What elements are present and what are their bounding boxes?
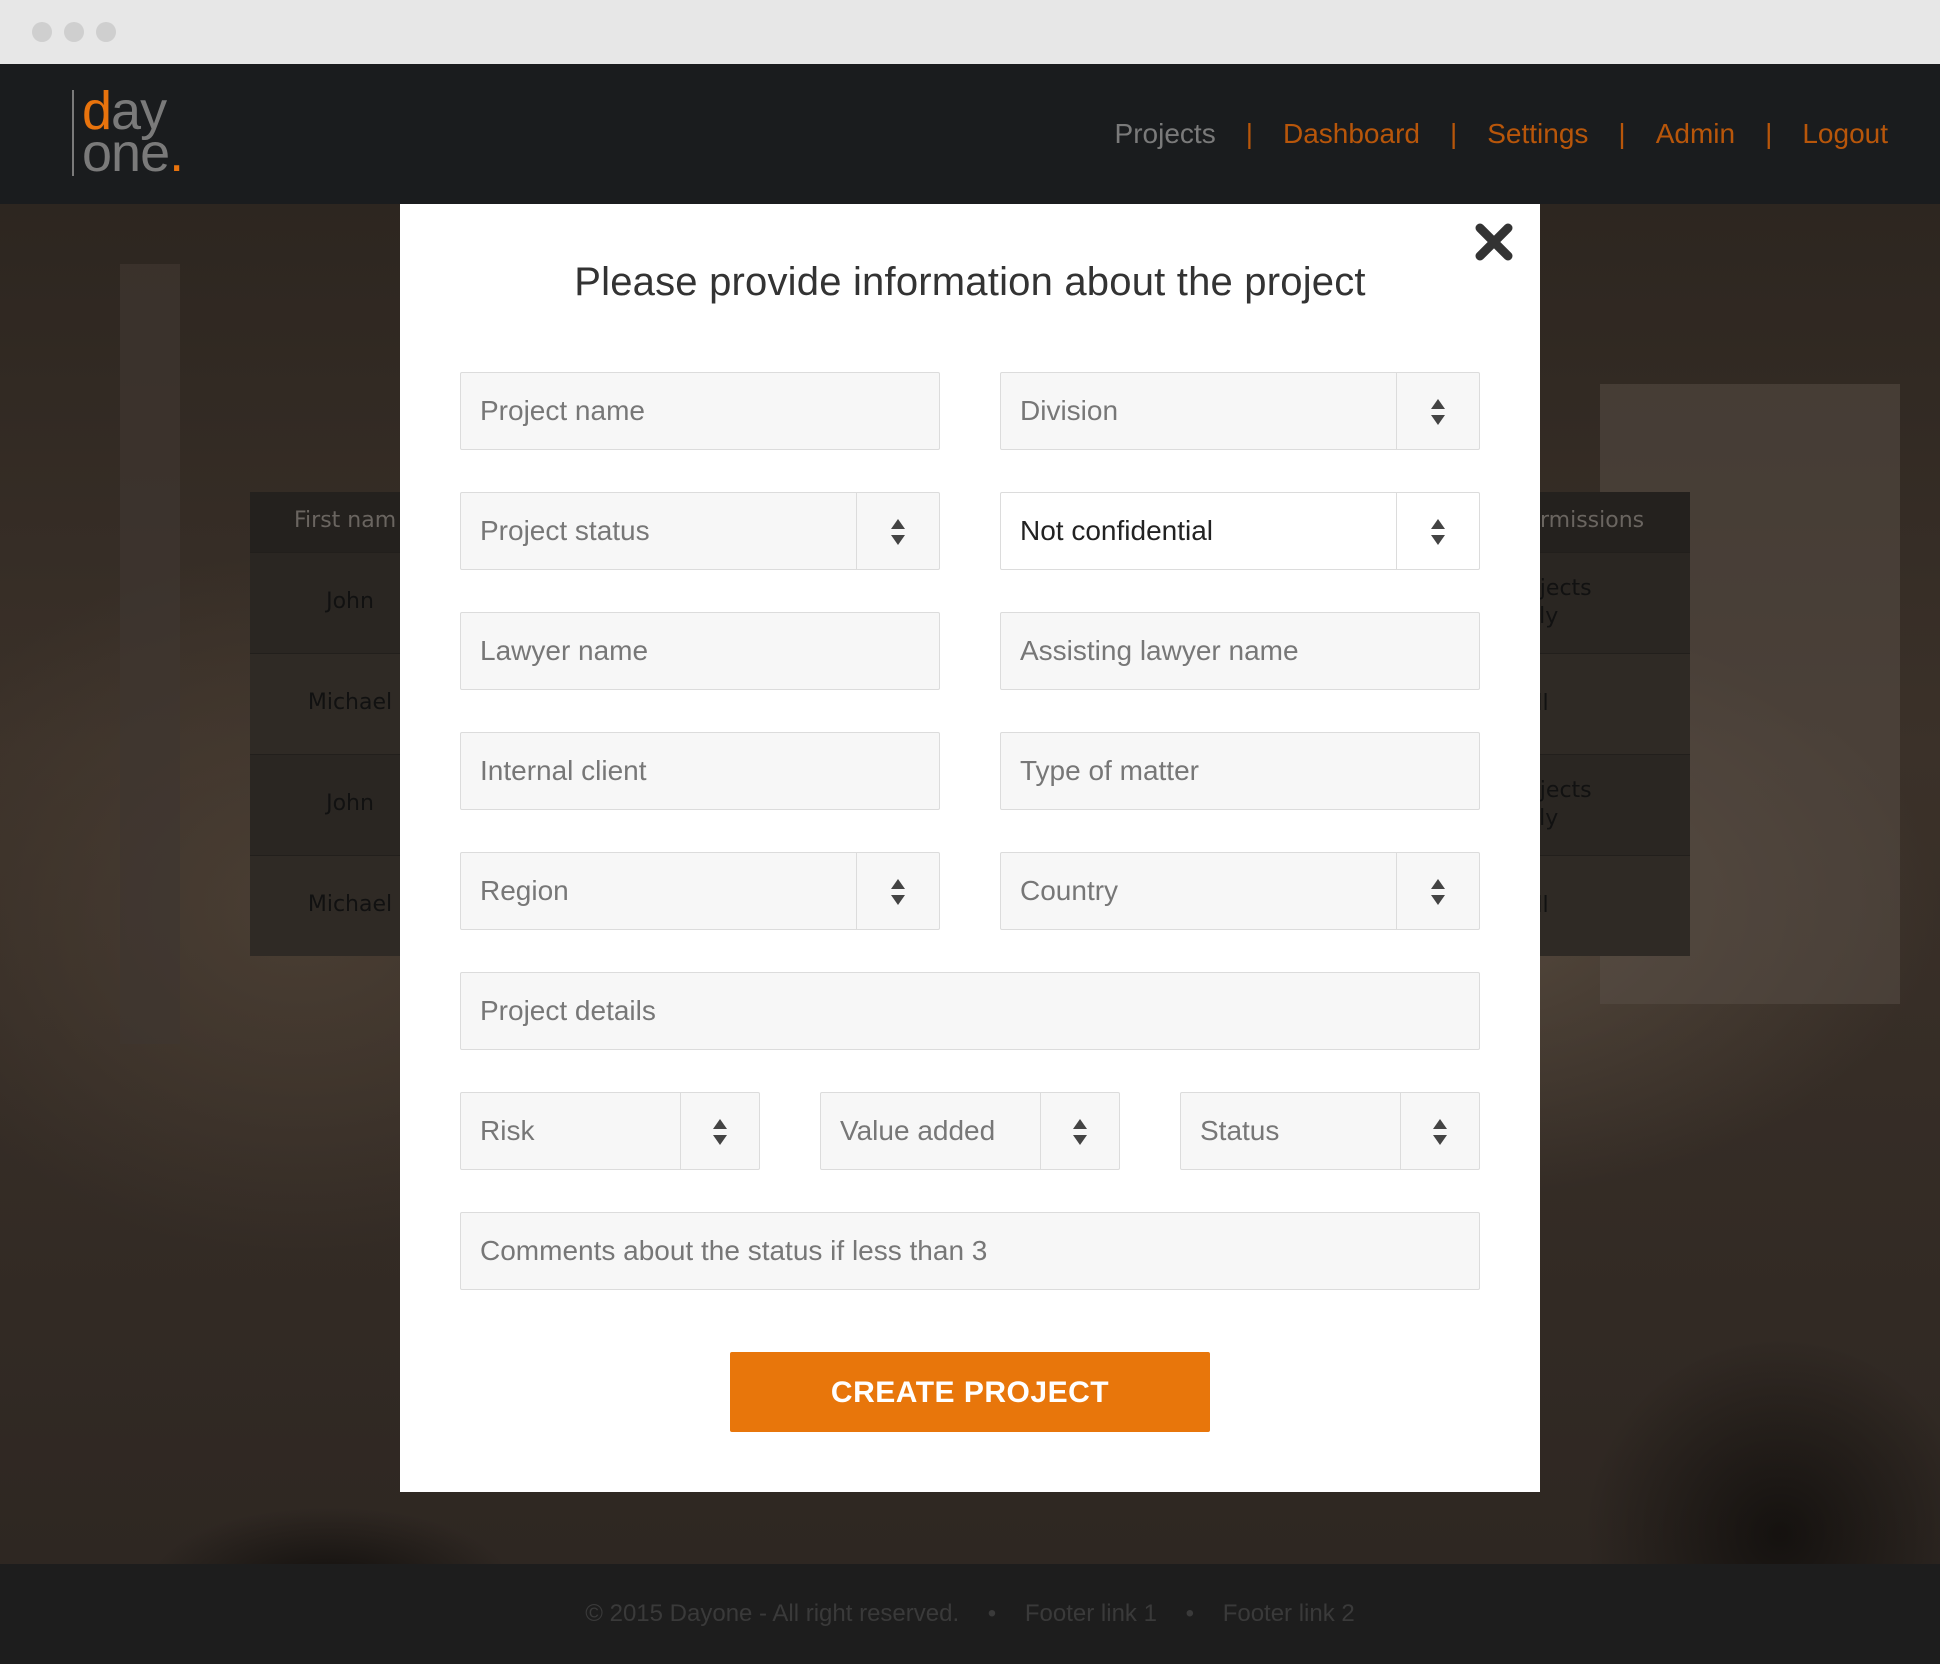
nav-dashboard[interactable]: Dashboard (1283, 118, 1420, 150)
sort-arrows-icon (1400, 1093, 1479, 1169)
region-placeholder: Region (480, 875, 569, 906)
footer-bullet: • (1185, 1600, 1195, 1627)
sort-arrows-icon (680, 1093, 759, 1169)
nav-admin[interactable]: Admin (1656, 118, 1735, 150)
internal-client-input[interactable]: Internal client (460, 732, 940, 810)
footer-link-1[interactable]: Footer link 1 (1025, 1600, 1157, 1627)
risk-placeholder: Risk (480, 1115, 535, 1146)
nav-separator: | (1245, 118, 1253, 149)
create-project-button[interactable]: CREATE PROJECT (730, 1352, 1210, 1432)
nav-logout[interactable]: Logout (1802, 118, 1888, 150)
value-added-select[interactable]: Value added (820, 1092, 1120, 1170)
column-header-first-name: First nam (294, 508, 397, 533)
nav-settings[interactable]: Settings (1487, 118, 1588, 150)
main-nav: Projects | Dashboard | Settings | Admin … (1115, 118, 1888, 150)
logo-line2: one. (82, 123, 184, 183)
project-status-select[interactable]: Project status (460, 492, 940, 570)
assisting-lawyer-name-input[interactable]: Assisting lawyer name (1000, 612, 1480, 690)
sort-arrows-icon (1396, 493, 1479, 569)
division-placeholder: Division (1020, 395, 1119, 426)
confidentiality-value: Not confidential (1020, 515, 1214, 546)
project-details-input[interactable]: Project details (460, 972, 1480, 1050)
window-close-dot[interactable] (32, 22, 52, 42)
modal-title: Please provide information about the pro… (574, 260, 1366, 304)
type-of-matter-input[interactable]: Type of matter (1000, 732, 1480, 810)
lawyer-name-input[interactable]: Lawyer name (460, 612, 940, 690)
logo-bar (72, 90, 74, 176)
window-zoom-dot[interactable] (96, 22, 116, 42)
sort-arrows-icon (1040, 1093, 1119, 1169)
country-select[interactable]: Country (1000, 852, 1480, 930)
footer-bullet: • (987, 1600, 997, 1627)
sort-arrows-icon (856, 493, 939, 569)
status-placeholder: Status (1200, 1115, 1280, 1146)
value-added-placeholder: Value added (840, 1115, 996, 1146)
nav-separator: | (1765, 118, 1773, 149)
assisting-lawyer-name-placeholder: Assisting lawyer name (1020, 635, 1299, 666)
project-status-placeholder: Project status (480, 515, 650, 546)
confidentiality-select[interactable]: Not confidential (1000, 492, 1480, 570)
sort-arrows-icon (1396, 373, 1479, 449)
nav-separator: | (1449, 118, 1458, 149)
type-of-matter-placeholder: Type of matter (1020, 755, 1199, 786)
division-select[interactable]: Division (1000, 372, 1480, 450)
internal-client-placeholder: Internal client (480, 755, 647, 786)
nav-projects[interactable]: Projects (1115, 118, 1216, 150)
sort-arrows-icon (1396, 853, 1479, 929)
lawyer-name-placeholder: Lawyer name (480, 635, 649, 666)
status-select[interactable]: Status (1180, 1092, 1480, 1170)
project-details-placeholder: Project details (480, 995, 656, 1026)
footer-copyright: © 2015 Dayone - All right reserved. (585, 1600, 960, 1627)
risk-select[interactable]: Risk (460, 1092, 760, 1170)
sort-arrows-icon (856, 853, 939, 929)
status-comments-placeholder: Comments about the status if less than 3 (480, 1235, 988, 1266)
nav-separator: | (1618, 118, 1626, 149)
column-header-permissions: rmissions (1540, 508, 1645, 533)
window-titlebar (0, 0, 1940, 64)
project-name-placeholder: Project name (480, 395, 645, 426)
region-select[interactable]: Region (460, 852, 940, 930)
close-icon[interactable] (1470, 218, 1518, 266)
footer-link-2[interactable]: Footer link 2 (1223, 1600, 1355, 1627)
status-comments-input[interactable]: Comments about the status if less than 3 (460, 1212, 1480, 1290)
create-project-modal: Please provide information about the pro… (400, 204, 1540, 1492)
site-footer: © 2015 Dayone - All right reserved. • Fo… (0, 1564, 1940, 1664)
country-placeholder: Country (1020, 875, 1119, 906)
dayone-logo[interactable]: day one. (72, 84, 192, 183)
background-window-frame (120, 264, 180, 1044)
project-name-input[interactable]: Project name (460, 372, 940, 450)
window-minimize-dot[interactable] (64, 22, 84, 42)
